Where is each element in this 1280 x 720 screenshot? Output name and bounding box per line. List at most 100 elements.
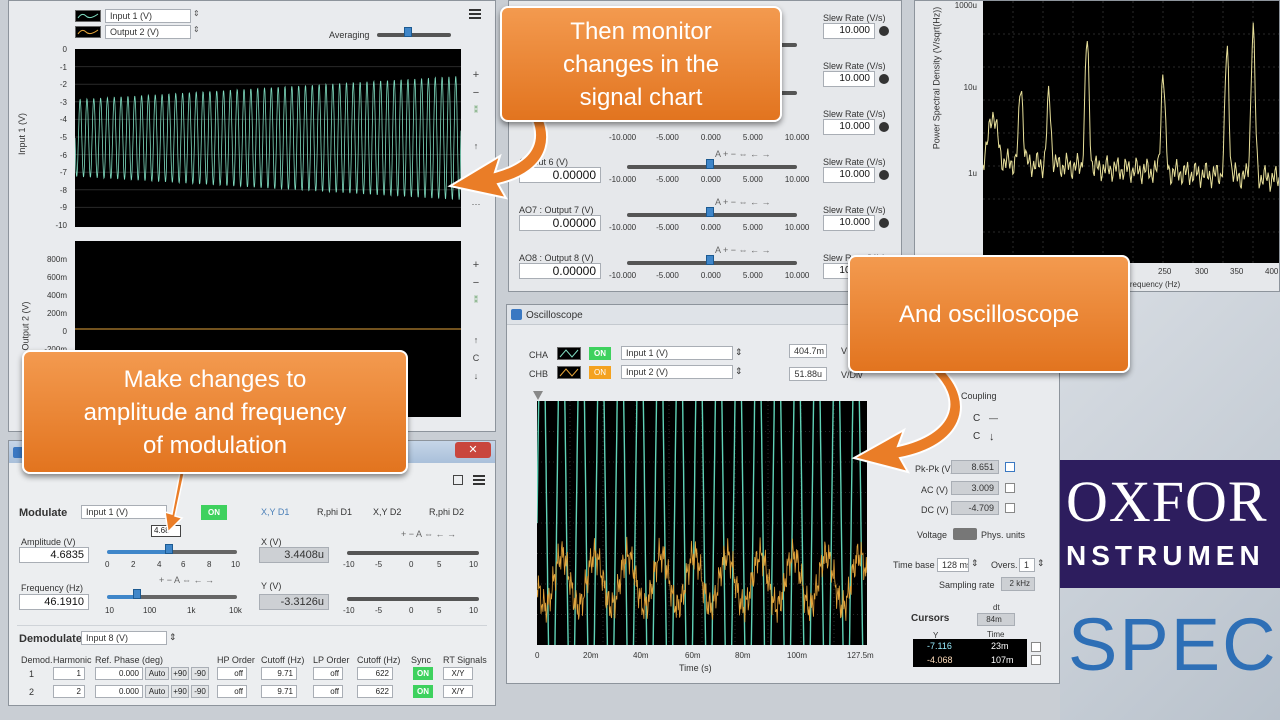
rt-signals-select[interactable]: X/Y [443, 667, 473, 680]
averaging-track[interactable] [377, 33, 451, 37]
sync-toggle[interactable]: ON [413, 667, 433, 680]
ch1-select[interactable]: Input 1 (V) [105, 9, 191, 23]
demodulate-spin[interactable]: ⇕ [169, 632, 177, 643]
coupling-arrow[interactable]: ↓ [989, 431, 995, 443]
averaging-thumb[interactable] [404, 27, 412, 37]
output-value[interactable]: 0.00000 [519, 263, 601, 279]
rphi-d1-label: R,phi D1 [317, 507, 353, 517]
menu-icon[interactable] [469, 9, 481, 19]
timebase-field[interactable]: 128 ms [937, 558, 969, 572]
modulate-on-toggle[interactable]: ON [201, 505, 227, 520]
frequency-field[interactable]: 46.1910 [19, 594, 89, 610]
phase-field[interactable]: 0.000 [95, 667, 143, 680]
auto-button[interactable]: Auto [145, 685, 169, 698]
center-icon[interactable]: C [471, 353, 481, 363]
slew-rate-field[interactable]: 10.000 [823, 23, 875, 39]
hp-order-field[interactable]: off [217, 685, 247, 698]
psd-axis-label: Power Spectral Density (V/sqrt(Hz)) [931, 6, 942, 150]
cursor1-y: -7.116 [927, 641, 952, 651]
x-tools[interactable]: + − A ⇔ ← → [401, 529, 456, 539]
callout-osc-arrow [850, 360, 980, 480]
pkpk-check[interactable] [1005, 462, 1015, 472]
zoom-out-icon-2[interactable]: − [471, 277, 481, 289]
hp-cutoff-field[interactable]: 9.71 [261, 667, 297, 680]
scope-plot[interactable] [536, 360, 868, 683]
ch2-spin[interactable]: ⇕ [193, 25, 200, 34]
output-thumb[interactable] [706, 255, 714, 265]
amplitude-field[interactable]: 4.6835 [19, 547, 89, 563]
lp-order-field[interactable]: off [313, 667, 343, 680]
output-thumb[interactable] [706, 207, 714, 217]
ch2-select[interactable]: Output 2 (V) [105, 25, 191, 39]
timebase-spin[interactable]: ⇕ [971, 558, 979, 569]
plus90-button[interactable]: +90 [171, 685, 189, 698]
cursor1-check[interactable] [1031, 642, 1041, 652]
output-thumb[interactable] [706, 159, 714, 169]
slew-rate-field[interactable]: 10.000 [823, 71, 875, 87]
zoom-in-icon-2[interactable]: + [471, 259, 481, 271]
modulate-input-select[interactable]: Input 1 (V) [81, 505, 167, 519]
sampling-label: Sampling rate [939, 580, 995, 590]
demodulate-input-select[interactable]: Input 8 (V) [81, 631, 167, 645]
cha-input-select[interactable]: Input 1 (V) [621, 346, 733, 360]
mod-undock-icon[interactable] [453, 475, 463, 485]
output-value[interactable]: 0.00000 [519, 215, 601, 231]
spec-x-400: 400 [1265, 267, 1279, 276]
lp-order-field[interactable]: off [313, 685, 343, 698]
output-tools[interactable]: A + − ⇔ ← → [715, 245, 771, 255]
rt-signals-select[interactable]: X/Y [443, 685, 473, 698]
slew-rate-field[interactable]: 10.000 [823, 215, 875, 231]
y-track[interactable] [347, 597, 479, 601]
coupling-dash[interactable]: — [989, 413, 998, 423]
minus90-button[interactable]: -90 [191, 685, 209, 698]
frequency-track[interactable] [107, 595, 237, 599]
lp-cutoff-field[interactable]: 622 [357, 667, 393, 680]
mod-menu-icon[interactable] [473, 475, 485, 485]
sync-toggle[interactable]: ON [413, 685, 433, 698]
hp-order-field[interactable]: off [217, 667, 247, 680]
x-track[interactable] [347, 551, 479, 555]
y1-tick: -5 [59, 133, 67, 142]
slew-rate-field[interactable]: 10.000 [823, 167, 875, 183]
chb-input-select[interactable]: Input 2 (V) [621, 365, 733, 379]
ac-check[interactable] [1005, 483, 1015, 493]
amp-scale-tick: 10 [231, 560, 240, 569]
input1-plot[interactable] [74, 49, 462, 227]
auto-button[interactable]: Auto [145, 667, 169, 680]
amp-scale-tick: 0 [105, 560, 110, 569]
slew-rate-field[interactable]: 10.000 [823, 119, 875, 135]
cha-spin[interactable]: ⇕ [735, 347, 743, 358]
spec-x-350: 350 [1230, 267, 1244, 276]
overs-field[interactable]: 1 [1019, 558, 1035, 572]
chb-spin[interactable]: ⇕ [735, 366, 743, 377]
pan-icon-2[interactable]: ⁑ [471, 295, 481, 306]
scope-x-tick: 60m [685, 651, 701, 660]
spectrum-plot[interactable] [982, 1, 1279, 263]
minus90-button[interactable]: -90 [191, 667, 209, 680]
harmonic-field[interactable]: 2 [53, 685, 85, 698]
mod-tools-2[interactable]: + − A ⇔ ← → [159, 575, 214, 585]
chb-scale-field[interactable]: 51.88u [789, 367, 827, 381]
plus90-button[interactable]: +90 [171, 667, 189, 680]
amplitude-thumb[interactable] [165, 544, 173, 554]
overs-spin[interactable]: ⇕ [1037, 558, 1045, 569]
voltage-toggle[interactable] [953, 528, 977, 540]
trigger-marker[interactable] [533, 391, 543, 400]
cha-scale-field[interactable]: 404.7m [789, 344, 827, 358]
chb-on-button[interactable]: ON [589, 366, 611, 379]
ch1-spin[interactable]: ⇕ [193, 9, 200, 18]
phase-field[interactable]: 0.000 [95, 685, 143, 698]
cha-on-button[interactable]: ON [589, 347, 611, 360]
output-tools[interactable]: A + − ⇔ ← → [715, 149, 771, 159]
cursor2-check[interactable] [1031, 655, 1041, 665]
x-scale-tick: 0 [409, 560, 414, 569]
dc-check[interactable] [1005, 503, 1015, 513]
frequency-thumb[interactable] [133, 589, 141, 599]
scroll-down-icon[interactable]: ↓ [471, 371, 481, 381]
scroll-up-icon-2[interactable]: ↑ [471, 335, 481, 345]
harmonic-field[interactable]: 1 [53, 667, 85, 680]
lp-cutoff-field[interactable]: 622 [357, 685, 393, 698]
close-button[interactable]: ✕ [455, 442, 491, 458]
hp-cutoff-field[interactable]: 9.71 [261, 685, 297, 698]
output-tools[interactable]: A + − ⇔ ← → [715, 197, 771, 207]
